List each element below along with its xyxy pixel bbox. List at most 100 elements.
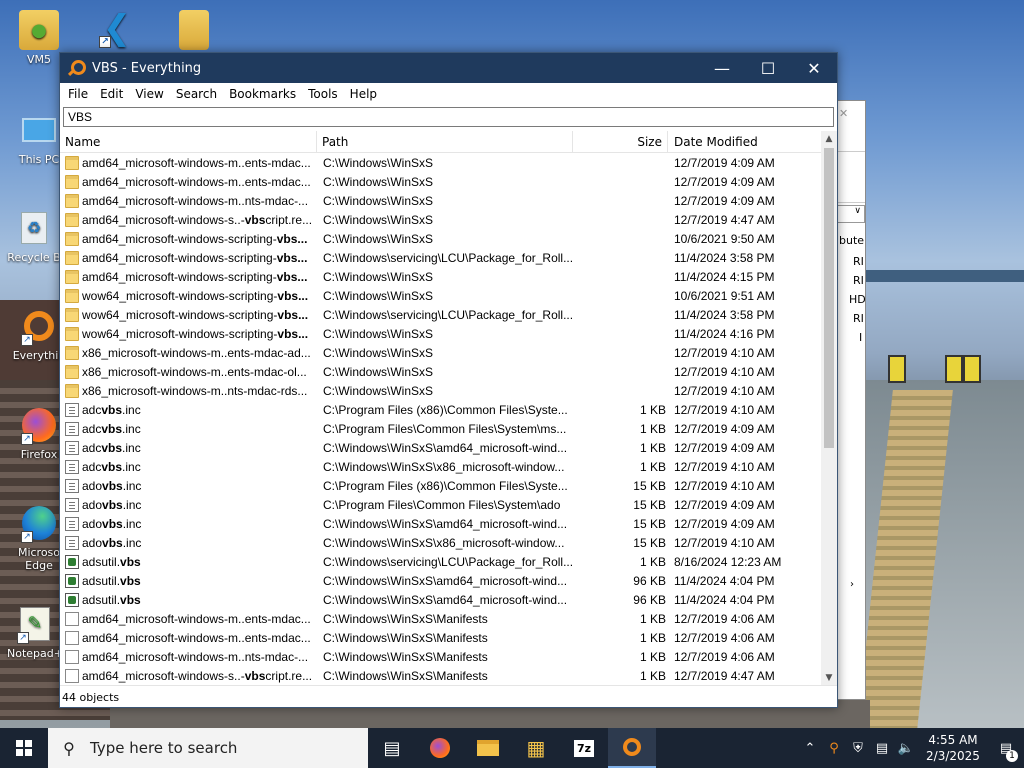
everything-icon xyxy=(623,738,641,756)
result-date: 12/7/2019 4:09 AM xyxy=(674,441,775,455)
result-row[interactable]: amd64_microsoft-windows-scripting-vbs...… xyxy=(60,230,822,249)
menu-view[interactable]: View xyxy=(129,87,169,101)
result-name-text: ado xyxy=(82,479,103,493)
column-size[interactable]: Size xyxy=(620,135,662,149)
everything-tray-icon[interactable]: ⚲ xyxy=(822,741,846,756)
file-icon xyxy=(65,669,79,683)
taskbar-search-placeholder: Type here to search xyxy=(90,739,238,757)
start-button[interactable] xyxy=(0,728,48,768)
result-row[interactable]: adovbs.inc C:\Program Files\Common Files\… xyxy=(60,496,822,515)
result-row[interactable]: adsutil.vbs C:\Windows\WinSxS\amd64_micro… xyxy=(60,591,822,610)
result-row[interactable]: adsutil.vbs C:\Windows\servicing\LCU\Pack… xyxy=(60,553,822,572)
column-path[interactable]: Path xyxy=(322,135,348,149)
security-shield-icon[interactable]: ⛨ xyxy=(846,741,870,756)
result-size: 15 KB xyxy=(633,536,666,550)
network-icon[interactable]: ▤ xyxy=(870,741,894,756)
column-name[interactable]: Name xyxy=(65,135,100,149)
column-date-modified[interactable]: Date Modified xyxy=(674,135,758,149)
result-row[interactable]: adovbs.inc C:\Windows\WinSxS\x86_microsof… xyxy=(60,534,822,553)
result-name: wow64_microsoft-windows-scripting-vbs... xyxy=(82,308,314,322)
result-row[interactable]: wow64_microsoft-windows-scripting-vbs...… xyxy=(60,325,822,344)
taskbar-everything[interactable] xyxy=(608,728,656,768)
result-row[interactable]: adovbs.inc C:\Program Files (x86)\Common … xyxy=(60,477,822,496)
result-name: wow64_microsoft-windows-scripting-vbs... xyxy=(82,289,314,303)
result-name-match: vbs... xyxy=(277,289,309,303)
result-row[interactable]: wow64_microsoft-windows-scripting-vbs...… xyxy=(60,287,822,306)
result-row[interactable]: amd64_microsoft-windows-m..ents-mdac... C… xyxy=(60,154,822,173)
result-name: adovbs.inc xyxy=(82,498,314,512)
result-path: C:\Windows\servicing\LCU\Package_for_Rol… xyxy=(323,308,574,322)
title-bar[interactable]: VBS - Everything — ☐ ✕ xyxy=(60,53,837,83)
result-name-text: amd64_microsoft-windows-s..- xyxy=(82,669,245,683)
everything-window[interactable]: VBS - Everything — ☐ ✕ File Edit View Se… xyxy=(59,52,838,708)
result-row[interactable]: adsutil.vbs C:\Windows\WinSxS\amd64_micro… xyxy=(60,572,822,591)
clock[interactable]: 4:55 AM 2/3/2025 xyxy=(918,732,988,764)
result-row[interactable]: amd64_microsoft-windows-scripting-vbs...… xyxy=(60,268,822,287)
menu-edit[interactable]: Edit xyxy=(94,87,129,101)
chevron-right-icon[interactable]: › xyxy=(850,579,854,590)
close-button[interactable]: ✕ xyxy=(791,53,837,83)
vertical-scrollbar[interactable]: ▲ ▼ xyxy=(821,131,837,686)
task-view-button[interactable]: ▤ xyxy=(368,728,416,768)
desktop-icon-label: Everythin xyxy=(12,349,66,362)
script-file-icon xyxy=(65,555,79,569)
menu-search[interactable]: Search xyxy=(170,87,223,101)
firefox-icon xyxy=(430,738,450,758)
taskbar-firefox[interactable] xyxy=(416,728,464,768)
result-row[interactable]: x86_microsoft-windows-m..ents-mdac-ad...… xyxy=(60,344,822,363)
result-name-text: .inc xyxy=(122,498,142,512)
scroll-down-icon[interactable]: ▼ xyxy=(821,670,837,686)
maximize-button[interactable]: ☐ xyxy=(745,53,791,83)
result-row[interactable]: adovbs.inc C:\Windows\WinSxS\amd64_micros… xyxy=(60,515,822,534)
scroll-up-icon[interactable]: ▲ xyxy=(821,131,837,147)
background-window[interactable]: ✕ ∨ bute RI RI HD RI I › xyxy=(836,100,866,700)
result-date: 10/6/2021 9:51 AM xyxy=(674,289,775,303)
column-header: Name Path Size Date Modified xyxy=(60,131,822,153)
result-path: C:\Windows\WinSxS\Manifests xyxy=(323,631,488,645)
desktop-icon-recycle-bin[interactable]: ♻ Recycle B xyxy=(4,208,64,264)
result-row[interactable]: amd64_microsoft-windows-m..ents-mdac... C… xyxy=(60,173,822,192)
menu-help[interactable]: Help xyxy=(344,87,383,101)
result-row[interactable]: adcvbs.inc C:\Windows\WinSxS\amd64_micros… xyxy=(60,439,822,458)
volume-icon[interactable]: 🔈 xyxy=(894,741,918,756)
result-row[interactable]: x86_microsoft-windows-m..nts-mdac-rds...… xyxy=(60,382,822,401)
result-row[interactable]: adcvbs.inc C:\Program Files\Common Files\… xyxy=(60,420,822,439)
search-input[interactable] xyxy=(63,107,834,127)
result-name: adcvbs.inc xyxy=(82,441,314,455)
result-row[interactable]: adcvbs.inc C:\Program Files (x86)\Common … xyxy=(60,401,822,420)
result-date: 10/6/2021 9:50 AM xyxy=(674,232,775,246)
result-name-match: vbs xyxy=(120,574,141,588)
result-row[interactable]: adcvbs.inc C:\Windows\WinSxS\x86_microsof… xyxy=(60,458,822,477)
chevron-up-icon[interactable]: ⌃ xyxy=(798,741,822,756)
desktop-icon-vscode[interactable]: ❮ ↗ xyxy=(87,8,147,51)
result-row[interactable]: amd64_microsoft-windows-s..-vbscript.re.… xyxy=(60,211,822,230)
firefox-icon: ↗ xyxy=(19,405,59,445)
result-size: 96 KB xyxy=(633,593,666,607)
column-divider[interactable] xyxy=(316,131,317,153)
minimize-button[interactable]: — xyxy=(699,53,745,83)
taskbar-search-box[interactable]: ⚲ Type here to search xyxy=(48,728,368,768)
result-row[interactable]: amd64_microsoft-windows-m..ents-mdac... C… xyxy=(60,629,822,648)
taskbar-network-app[interactable]: ▦ xyxy=(512,728,560,768)
menu-bookmarks[interactable]: Bookmarks xyxy=(223,87,302,101)
column-divider[interactable] xyxy=(667,131,668,153)
desktop-icon-notepadpp[interactable]: ✎ ↗ Notepad+ xyxy=(5,604,65,660)
desktop-icon-folder[interactable] xyxy=(164,10,224,53)
result-row[interactable]: wow64_microsoft-windows-scripting-vbs...… xyxy=(60,306,822,325)
result-row[interactable]: amd64_microsoft-windows-m..nts-mdac-... C… xyxy=(60,192,822,211)
column-divider[interactable] xyxy=(572,131,573,153)
chevron-down-icon[interactable]: ∨ xyxy=(837,205,865,223)
result-row[interactable]: x86_microsoft-windows-m..ents-mdac-ol...… xyxy=(60,363,822,382)
result-row[interactable]: amd64_microsoft-windows-scripting-vbs...… xyxy=(60,249,822,268)
result-row[interactable]: amd64_microsoft-windows-m..nts-mdac-... C… xyxy=(60,648,822,667)
result-row[interactable]: amd64_microsoft-windows-s..-vbscript.re.… xyxy=(60,667,822,686)
result-name-text: cript.re... xyxy=(265,213,313,227)
close-icon[interactable]: ✕ xyxy=(839,107,848,120)
result-row[interactable]: amd64_microsoft-windows-m..ents-mdac... C… xyxy=(60,610,822,629)
scrollbar-thumb[interactable] xyxy=(824,148,834,448)
taskbar-file-explorer[interactable] xyxy=(464,728,512,768)
menu-file[interactable]: File xyxy=(62,87,94,101)
taskbar-7zip[interactable]: 7z xyxy=(560,728,608,768)
notification-button[interactable]: ▤ 1 xyxy=(988,741,1024,762)
menu-tools[interactable]: Tools xyxy=(302,87,344,101)
